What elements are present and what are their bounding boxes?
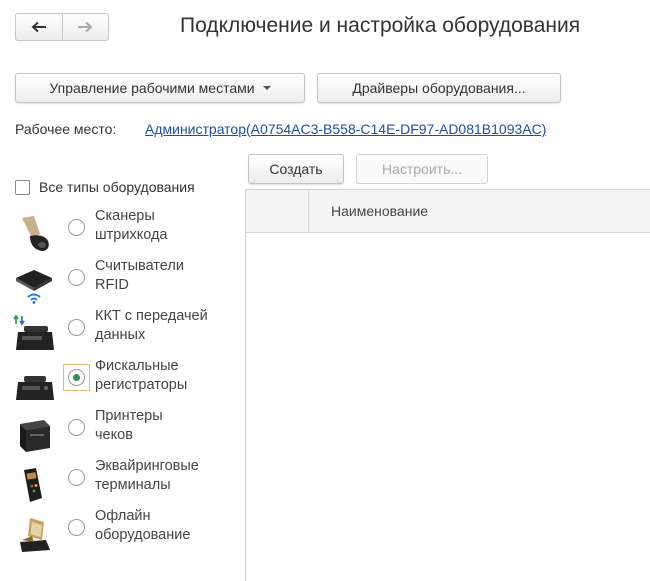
all-types-checkbox[interactable] (15, 179, 30, 195)
all-types-label: Все типы оборудования (39, 179, 195, 195)
equipment-type-label: Фискальные регистраторы (95, 358, 188, 393)
radio-fiscal-registrars[interactable] (68, 369, 85, 386)
fiscal-registrar-icon (16, 376, 54, 400)
radio-offline-equipment[interactable] (68, 519, 85, 536)
equipment-type-acquiring-terminals[interactable]: Эквайринговые терминалы (0, 456, 240, 506)
receipt-printer-icon (20, 420, 50, 452)
barcode-scanner-icon (22, 216, 49, 251)
back-button[interactable] (16, 14, 62, 40)
equipment-type-offline-equipment[interactable]: Офлайн оборудование (0, 506, 240, 556)
radio-rfid-readers[interactable] (68, 269, 85, 286)
equipment-type-label: ККТ с передачей данных (95, 308, 208, 343)
equipment-type-label: Принтеры чеков (95, 408, 163, 443)
arrow-right-icon (78, 21, 93, 33)
online-cash-register-icon (13, 314, 54, 350)
equipment-type-label: Офлайн оборудование (95, 508, 191, 543)
equipment-type-fiscal-registrars[interactable]: Фискальные регистраторы (0, 356, 240, 406)
configure-button[interactable]: Настроить... (356, 154, 488, 184)
create-button[interactable]: Создать (248, 154, 344, 184)
workplaces-menu-button[interactable]: Управление рабочими местами (15, 73, 305, 103)
table-header-marker-column (246, 190, 309, 232)
radio-acquiring-terminals[interactable] (68, 469, 85, 486)
workplace-link[interactable]: Администратор(A0754AC3-B558-C14E-DF97-AD… (145, 121, 546, 137)
page-title: Подключение и настройка оборудования (180, 14, 581, 37)
offline-equipment-icon (20, 518, 50, 552)
all-types-checkbox-row[interactable]: Все типы оборудования (15, 179, 195, 195)
chevron-down-icon (262, 86, 271, 90)
equipment-type-kkt-online[interactable]: ККТ с передачей данных (0, 306, 240, 356)
radio-receipt-printers[interactable] (68, 419, 85, 436)
payment-terminal-icon (24, 468, 42, 502)
equipment-type-label: Сканеры штрихкода (95, 208, 168, 243)
equipment-type-label: Эквайринговые терминалы (95, 458, 199, 493)
rfid-reader-icon (16, 270, 52, 304)
table-header: Наименование (246, 190, 650, 233)
workplace-label: Рабочее место: (15, 121, 117, 137)
equipment-table[interactable]: Наименование (245, 189, 650, 581)
arrow-left-icon (31, 21, 46, 33)
history-nav (15, 13, 109, 41)
drivers-button[interactable]: Драйверы оборудования... (317, 73, 561, 103)
equipment-type-barcode-scanners[interactable]: Сканеры штрихкода (0, 206, 240, 256)
forward-button[interactable] (61, 14, 109, 40)
equipment-type-rfid-readers[interactable]: Считыватели RFID (0, 256, 240, 306)
equipment-type-label: Считыватели RFID (95, 258, 184, 293)
workplaces-menu-label: Управление рабочими местами (49, 80, 255, 96)
radio-barcode-scanners[interactable] (68, 219, 85, 236)
equipment-type-receipt-printers[interactable]: Принтеры чеков (0, 406, 240, 456)
table-header-name[interactable]: Наименование (309, 190, 428, 232)
radio-kkt-online[interactable] (68, 319, 85, 336)
